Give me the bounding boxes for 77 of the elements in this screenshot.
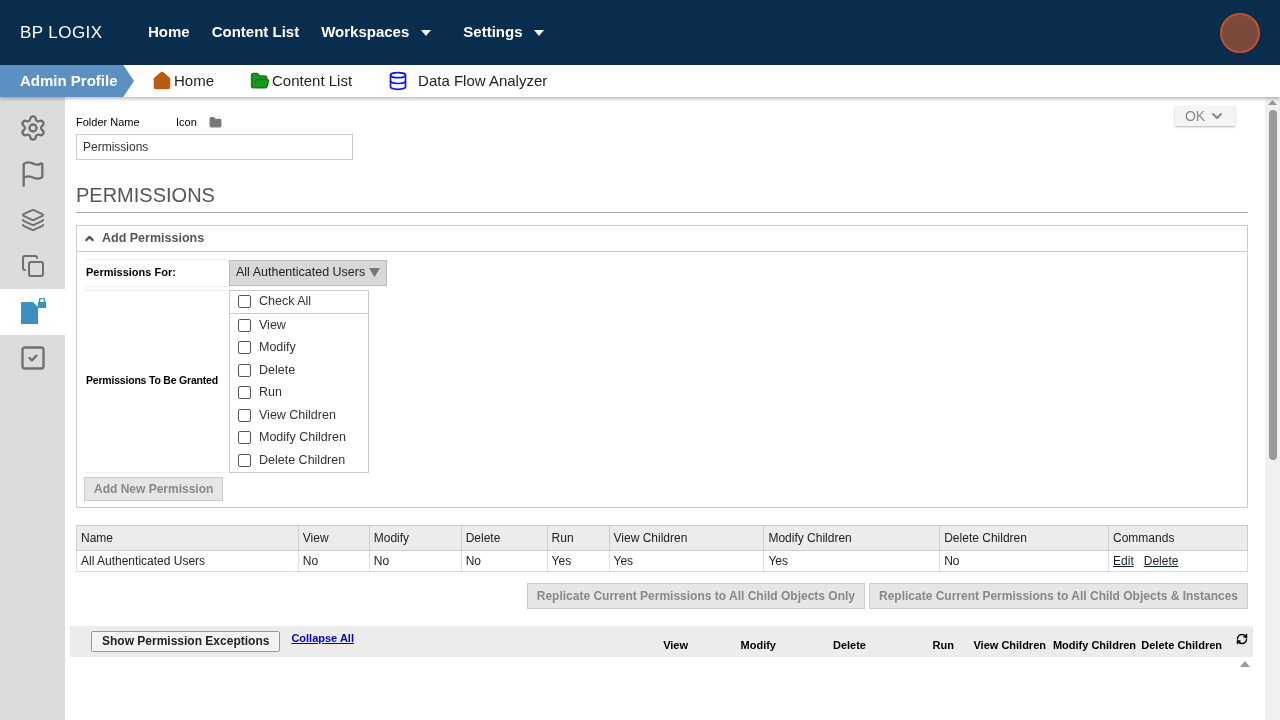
checkbox[interactable] [238,363,251,377]
table-cell: Yes [763,550,940,571]
checkbox-label: Delete [259,361,296,379]
checkbox[interactable] [238,341,251,355]
table-cell: No [369,550,462,571]
checkbox-label: Modify [259,339,296,357]
table-cell: Yes [547,550,610,571]
table-cell: Yes [609,550,764,571]
column-header: Commands [1108,525,1248,550]
column-header: Modify [369,525,462,550]
column-header: View [298,525,370,550]
nav-link[interactable]: Settings [463,21,555,44]
caret-icon [534,29,545,36]
column-header: Delete Children [1140,637,1222,653]
checkbox-label: Modify Children [259,429,346,447]
breadcrumb-link[interactable]: Home [152,69,214,93]
avatar[interactable] [1220,12,1260,53]
checkbox[interactable] [238,453,251,467]
checkbox[interactable] [238,408,251,422]
breadcrumb-link[interactable]: Content List [250,69,353,93]
column-header: Delete [461,525,548,550]
scroll-up-icon[interactable] [1268,100,1277,105]
column-header: Delete [831,637,866,653]
field-label: Permissions For: [84,258,227,287]
command-link[interactable]: Delete [1143,551,1179,570]
nav-link[interactable]: Workspaces [321,21,442,44]
column-header: Name [76,525,299,550]
database-icon [388,71,409,91]
collapse-all-link[interactable]: Collapse All [291,629,354,647]
refresh-icon[interactable] [1236,633,1248,645]
checkbox-label: View Children [259,406,336,424]
table-cell: No [298,550,370,571]
column-header: Modify Children [763,525,940,550]
column-header: Run [547,525,610,550]
checkbox-label: Delete Children [259,451,346,469]
checked-document-icon [18,344,47,372]
house-icon [152,71,172,91]
field-label: Icon [176,115,197,130]
checkbox-label: View [259,316,286,334]
panel-header[interactable]: Add Permissions [77,225,1247,252]
scroll-thumb[interactable] [1268,110,1277,460]
checkbox-label: Check All [259,293,312,311]
column-header: Run [931,637,954,653]
checkbox[interactable] [238,431,251,445]
column-header: Modify [739,637,776,653]
section-title: PERMISSIONS [76,179,1248,213]
table-cell: All Authenticated Users [76,550,299,571]
checkbox-label: Run [259,384,282,402]
caret-icon [369,268,381,277]
checkbox[interactable] [238,386,251,400]
column-header: View Children [972,637,1046,653]
field-label: Permissions To Be Granted [84,289,227,473]
scroll-up-icon[interactable] [1240,660,1250,667]
column-header: Delete Children [939,525,1109,550]
nav-link[interactable]: Content List [211,21,300,44]
checkbox[interactable] [238,295,251,309]
table-cell: No [939,550,1109,571]
user-dropdown[interactable]: All Authenticated Users [229,259,388,286]
column-header: View Children [609,525,764,550]
command-link[interactable]: Edit [1113,551,1134,570]
locked-file-icon [18,298,47,326]
copy-icon [20,254,45,278]
field-label: Folder Name [76,115,141,130]
folder-icon [250,71,270,91]
column-header: Modify Children [1051,637,1136,653]
logo[interactable]: BP LOGIX [20,19,148,46]
show-exceptions-button[interactable]: Show Permission Exceptions [91,630,281,652]
nav-link[interactable]: Home [148,21,190,44]
table-cell: No [461,550,548,571]
folder-icon [208,115,222,129]
checkbox[interactable] [238,318,251,332]
sidebar-item[interactable] [0,289,65,335]
caret-icon [421,29,432,36]
column-header: View [662,637,688,653]
scrollbar[interactable] [1265,97,1280,720]
folder-name-field[interactable]: Permissions [76,133,353,160]
breadcrumb-link[interactable]: Data Flow Analyzer [388,69,548,93]
